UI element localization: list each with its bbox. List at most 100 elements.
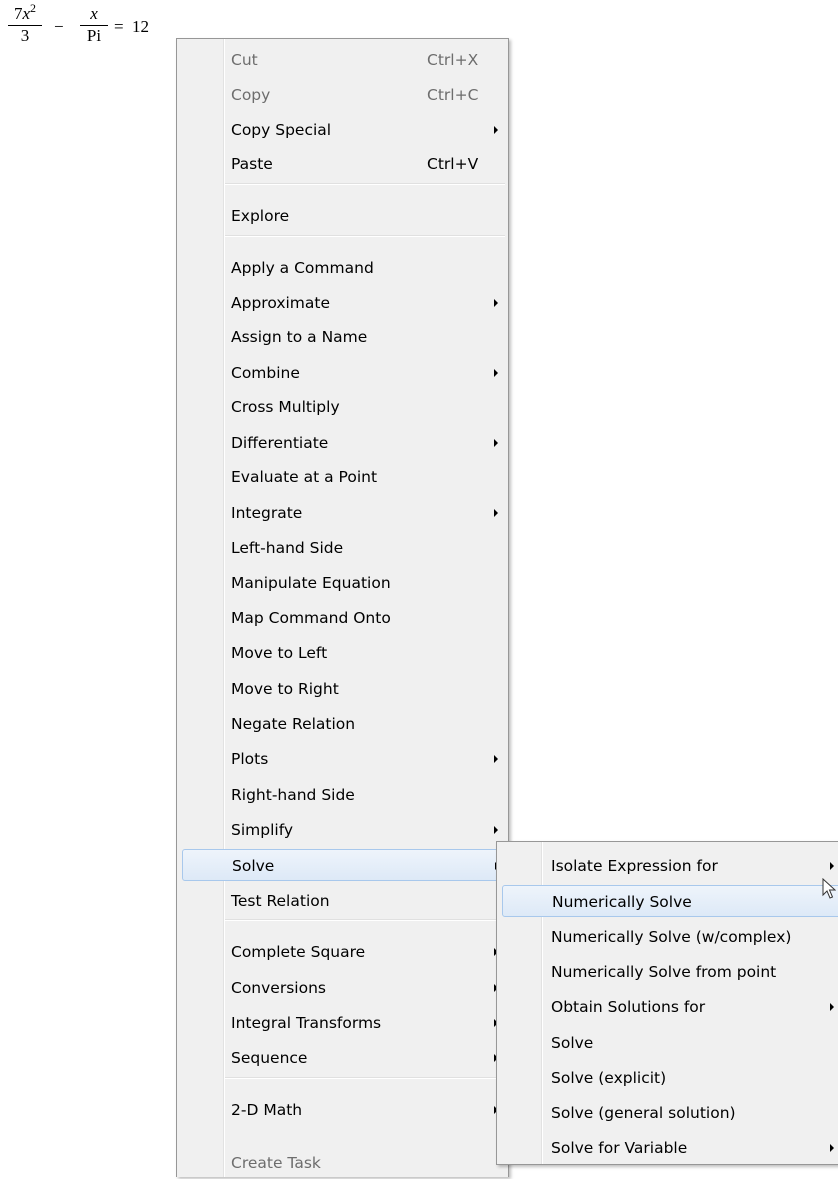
menu-item-differentiate[interactable]: Differentiate	[179, 427, 504, 459]
menu-item-solve[interactable]: Solve	[182, 849, 502, 881]
solve-submenu: Isolate Expression for Numerically Solve N…	[496, 841, 838, 1165]
menu-item-simplify[interactable]: Simplify	[179, 814, 504, 846]
menu-item-copy-special[interactable]: Copy Special	[179, 114, 504, 146]
submenu-item-numerically-solve-w-complex[interactable]: Numerically Solve (w/complex)	[499, 921, 838, 953]
menu-item-assign-to-a-name[interactable]: Assign to a Name	[179, 321, 504, 353]
submenu-item-label: Solve (general solution)	[551, 1104, 736, 1122]
submenu-arrow-icon	[494, 826, 498, 834]
fraction-x-over-pi: x Pi	[80, 4, 108, 46]
submenu-item-numerically-solve[interactable]: Numerically Solve	[502, 885, 838, 917]
menu-item-label: Cross Multiply	[231, 398, 340, 416]
menu-separator	[225, 235, 505, 237]
menu-item-label: Manipulate Equation	[231, 574, 391, 592]
menu-item-create-task[interactable]: Create Task	[179, 1147, 504, 1179]
menu-item-label: Copy Special	[231, 121, 332, 139]
menu-item-label: Apply a Command	[231, 259, 374, 277]
menu-separator	[225, 183, 505, 185]
numerator-exponent: 2	[30, 1, 37, 15]
menu-item-label: Complete Square	[231, 943, 366, 961]
mouse-cursor-icon	[822, 878, 836, 899]
menu-item-conversions[interactable]: Conversions	[179, 972, 504, 1004]
menu-item-map-command-onto[interactable]: Map Command Onto	[179, 602, 504, 634]
menu-item-approximate[interactable]: Approximate	[179, 287, 504, 319]
menu-item-label: Sequence	[231, 1049, 308, 1067]
numerator: x	[90, 4, 98, 23]
submenu-arrow-icon	[494, 755, 498, 763]
menu-item-label: Map Command Onto	[231, 609, 391, 627]
rhs-value: 12	[132, 17, 149, 36]
submenu-item-numerically-solve-from-point[interactable]: Numerically Solve from point	[499, 956, 838, 988]
submenu-item-solve-for-variable[interactable]: Solve for Variable	[499, 1132, 838, 1164]
submenu-arrow-icon	[830, 1144, 834, 1152]
submenu-item-label: Isolate Expression for	[551, 857, 718, 875]
menu-item-label: Combine	[231, 364, 300, 382]
menu-item-label: Integrate	[231, 504, 303, 522]
menu-item-label: Differentiate	[231, 434, 329, 452]
submenu-arrow-icon	[494, 369, 498, 377]
denominator: Pi	[86, 26, 102, 45]
menu-item-explore[interactable]: Explore	[179, 200, 504, 232]
context-menu: Cut Ctrl+X Copy Ctrl+C Copy Special Paste Ctrl…	[176, 38, 509, 1177]
fraction-7x2-over-3: 7x2 3	[8, 1, 42, 46]
menu-item-label: Simplify	[231, 821, 294, 839]
menu-item-label: Copy	[231, 86, 271, 104]
submenu-item-isolate-expression-for[interactable]: Isolate Expression for	[499, 850, 838, 882]
submenu-arrow-icon	[494, 299, 498, 307]
menu-item-right-hand-side[interactable]: Right-hand Side	[179, 779, 504, 811]
menu-item-label: Solve	[232, 857, 275, 875]
menu-item-move-to-left[interactable]: Move to Left	[179, 637, 504, 669]
menu-item-label: Assign to a Name	[231, 328, 368, 346]
menu-item-left-hand-side[interactable]: Left-hand Side	[179, 532, 504, 564]
menu-item-label: Left-hand Side	[231, 539, 344, 557]
menu-item-sequence[interactable]: Sequence	[179, 1042, 504, 1074]
menu-item-label: Cut	[231, 51, 258, 69]
menu-item-integral-transforms[interactable]: Integral Transforms	[179, 1007, 504, 1039]
menu-item-combine[interactable]: Combine	[179, 357, 504, 389]
submenu-arrow-icon	[494, 439, 498, 447]
menu-item-label: Move to Right	[231, 680, 339, 698]
menu-item-label: Create Task	[231, 1154, 321, 1172]
submenu-arrow-icon	[830, 1003, 834, 1011]
equals-sign: =	[114, 17, 124, 36]
menu-item-label: Approximate	[231, 294, 331, 312]
submenu-arrow-icon	[830, 862, 834, 870]
submenu-item-label: Solve (explicit)	[551, 1069, 667, 1087]
menu-item-paste[interactable]: Paste Ctrl+V	[179, 148, 504, 180]
menu-item-cross-multiply[interactable]: Cross Multiply	[179, 391, 504, 423]
menu-item-apply-a-command[interactable]: Apply a Command	[179, 252, 504, 284]
menu-item-shortcut: Ctrl+V	[427, 155, 479, 173]
menu-item-label: Conversions	[231, 979, 326, 997]
submenu-item-solve-explicit[interactable]: Solve (explicit)	[499, 1062, 838, 1094]
menu-item-cut[interactable]: Cut Ctrl+X	[179, 44, 504, 76]
submenu-item-label: Numerically Solve from point	[551, 963, 777, 981]
minus-sign: −	[54, 17, 64, 36]
submenu-item-label: Solve for Variable	[551, 1139, 688, 1157]
menu-item-label: Integral Transforms	[231, 1014, 382, 1032]
menu-item-label: Move to Left	[231, 644, 328, 662]
menu-item-label: Paste	[231, 155, 273, 173]
submenu-item-solve[interactable]: Solve	[499, 1027, 838, 1059]
menu-separator	[225, 919, 505, 921]
submenu-item-obtain-solutions-for[interactable]: Obtain Solutions for	[499, 991, 838, 1023]
menu-item-move-to-right[interactable]: Move to Right	[179, 673, 504, 705]
menu-item-manipulate-equation[interactable]: Manipulate Equation	[179, 567, 504, 599]
submenu-item-label: Numerically Solve (w/complex)	[551, 928, 792, 946]
submenu-item-label: Solve	[551, 1034, 594, 1052]
menu-item-label: Negate Relation	[231, 715, 356, 733]
menu-item-plots[interactable]: Plots	[179, 743, 504, 775]
numerator-variable: x	[22, 4, 31, 23]
menu-item-2-d-math[interactable]: 2-D Math	[179, 1094, 504, 1126]
menu-item-shortcut: Ctrl+X	[427, 51, 479, 69]
menu-item-integrate[interactable]: Integrate	[179, 497, 504, 529]
submenu-item-solve-general-solution[interactable]: Solve (general solution)	[499, 1097, 838, 1129]
menu-item-shortcut: Ctrl+C	[427, 86, 479, 104]
menu-item-label: Explore	[231, 207, 290, 225]
menu-item-test-relation[interactable]: Test Relation	[179, 885, 504, 917]
submenu-arrow-icon	[494, 509, 498, 517]
menu-item-complete-square[interactable]: Complete Square	[179, 936, 504, 968]
menu-item-copy[interactable]: Copy Ctrl+C	[179, 79, 504, 111]
menu-separator	[225, 1077, 505, 1079]
menu-item-negate-relation[interactable]: Negate Relation	[179, 708, 504, 740]
menu-item-evaluate-at-a-point[interactable]: Evaluate at a Point	[179, 461, 504, 493]
menu-item-label: 2-D Math	[231, 1101, 303, 1119]
